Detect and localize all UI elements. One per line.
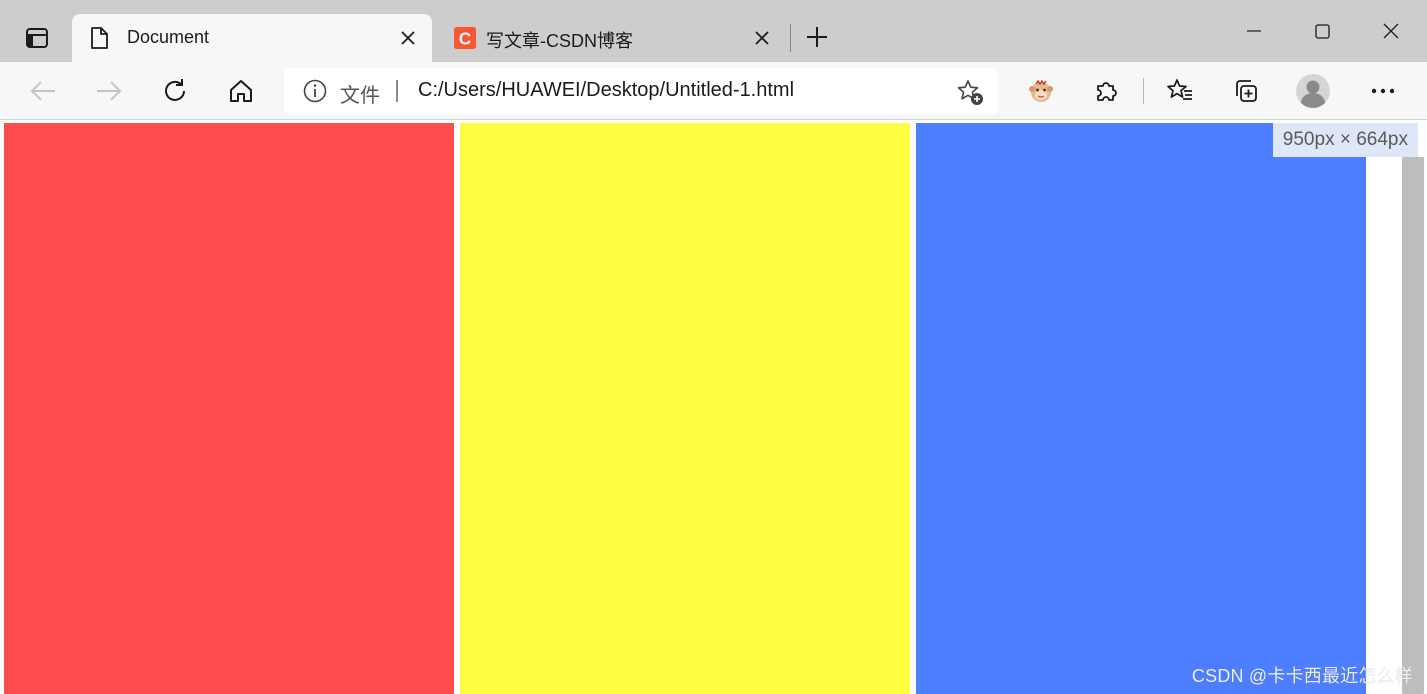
puzzle-extensions-icon [1097,82,1117,101]
scrollbar[interactable] [1402,157,1424,694]
tab-close-icon[interactable] [752,28,772,48]
document-icon [88,26,110,50]
minimize-icon [1247,30,1261,32]
tab-strip: Document C 写文章-CSDN博客 [0,0,1427,62]
tab-title: Document [127,27,210,47]
toolbar-separator [1143,78,1144,104]
new-tab-button[interactable] [802,22,832,52]
column-red [4,123,454,694]
maximize-button[interactable] [1304,14,1340,48]
plus-icon [807,27,827,47]
watermark: CSDN @卡卡西最近怎么样 [1191,666,1413,686]
page-viewport: 950px × 664px CSDN @卡卡西最近怎么样 [0,121,1427,694]
tab-separator [790,24,791,52]
url-text[interactable]: C:/Users/HUAWEI/Desktop/Untitled-1.html [418,79,794,102]
info-icon[interactable] [303,79,327,103]
back-button[interactable] [26,74,60,108]
dimensions-overlay: 950px × 664px [1272,123,1418,157]
close-window-button[interactable] [1373,14,1409,48]
home-icon [230,80,252,102]
profile-button[interactable] [1296,74,1330,108]
favorites-button[interactable] [1163,74,1197,108]
back-arrow-icon [30,81,55,101]
refresh-button[interactable] [158,74,192,108]
collections-button[interactable] [1229,74,1263,108]
svg-text:C: C [459,28,472,48]
collections-icon [1236,80,1257,102]
tab-close-icon[interactable] [398,28,418,48]
csdn-logo-icon: C [454,26,476,50]
maximize-icon [1314,23,1330,39]
scheme-label: 文件 [340,85,380,107]
profile-avatar-icon [1296,74,1330,108]
home-button[interactable] [224,74,258,108]
refresh-icon [165,79,185,101]
favorites-icon [1167,79,1192,100]
address-divider [396,80,398,102]
add-favorite-icon[interactable] [956,78,984,106]
forward-button[interactable] [92,74,126,108]
column-blue [916,123,1366,694]
column-yellow [460,123,910,694]
tab-actions-button[interactable] [14,22,60,54]
browser-toolbar: 文件 C:/Users/HUAWEI/Desktop/Untitled-1.ht… [0,62,1427,120]
tab-actions-icon [26,28,48,48]
more-menu-icon [1371,88,1395,94]
address-bar[interactable]: 文件 C:/Users/HUAWEI/Desktop/Untitled-1.ht… [284,68,998,114]
extension-monkey-button[interactable] [1024,74,1058,108]
extension-monkey-icon [1029,79,1053,102]
forward-arrow-icon [97,81,122,101]
more-menu-button[interactable] [1366,74,1400,108]
extensions-button[interactable] [1090,74,1124,108]
tab-csdn[interactable]: C 写文章-CSDN博客 [438,14,786,62]
minimize-button[interactable] [1236,14,1272,48]
tab-title: 写文章-CSDN博客 [486,31,633,51]
close-icon [1383,23,1399,39]
tab-document[interactable]: Document [72,14,432,62]
